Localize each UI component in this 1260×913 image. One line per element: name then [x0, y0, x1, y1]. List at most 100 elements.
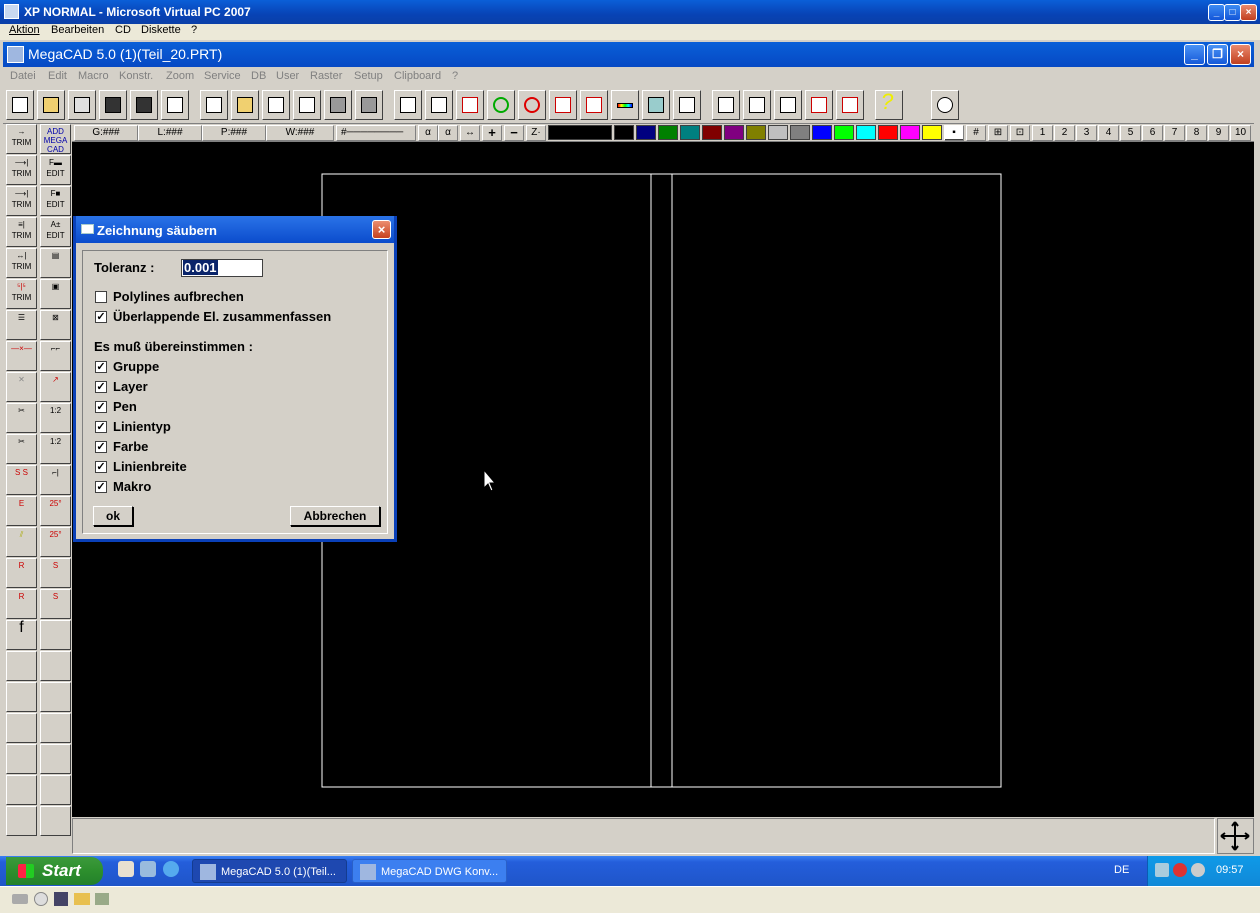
zoom-minus-button[interactable]: − [504, 125, 524, 141]
overlap-checkbox[interactable]: ✓ [95, 311, 107, 323]
language-indicator[interactable]: DE [1114, 864, 1129, 876]
polylines-checkbox[interactable] [95, 291, 107, 303]
split-button[interactable]: —×— [6, 341, 37, 371]
view-button[interactable] [774, 90, 802, 120]
edit-button-2[interactable]: F■ EDIT [40, 186, 71, 216]
vpc-menu-cd[interactable]: CD [115, 24, 131, 36]
color-swatch-12[interactable] [856, 125, 876, 140]
zoom-plus-button[interactable]: + [482, 125, 502, 141]
dim-e-button[interactable]: E [6, 496, 37, 526]
app-close-button[interactable]: × [1230, 44, 1251, 65]
color-swatch-15[interactable] [922, 125, 942, 140]
vpc-menu-help[interactable]: ? [191, 24, 197, 36]
scissors-tool-button[interactable]: ✂ [6, 403, 37, 433]
command-line[interactable] [72, 818, 1215, 854]
colors-button[interactable] [611, 90, 639, 120]
new-file-button[interactable] [6, 90, 34, 120]
number-button-2[interactable]: 2 [1054, 125, 1075, 141]
color-swatch-4[interactable] [680, 125, 700, 140]
vpc-hdd-icon[interactable] [12, 894, 28, 904]
status-group[interactable]: G:### [74, 125, 138, 141]
scale2-button[interactable]: 1:2 [40, 434, 71, 464]
zoom-out-button[interactable] [931, 90, 959, 120]
z-button[interactable]: Z· [526, 125, 546, 141]
angle-25-button[interactable]: 25° [40, 496, 71, 526]
pan-arrows-icon[interactable] [1217, 818, 1254, 854]
color-swatch-6[interactable] [724, 125, 744, 140]
pan-button[interactable]: ↔ [460, 125, 480, 141]
taskbar-item-dwg[interactable]: MegaCAD DWG Konv... [352, 859, 507, 883]
number-button-4[interactable]: 4 [1098, 125, 1119, 141]
number-button-7[interactable]: 7 [1164, 125, 1185, 141]
color-swatch-8[interactable] [768, 125, 788, 140]
color-swatch-14[interactable] [900, 125, 920, 140]
status-pen[interactable]: P:### [202, 125, 266, 141]
dialog-close-button[interactable]: × [372, 220, 391, 239]
measure-button[interactable] [549, 90, 577, 120]
vpc-cd-icon[interactable] [34, 892, 48, 906]
color-swatch-7[interactable] [746, 125, 766, 140]
cross-button[interactable]: ✕ [6, 372, 37, 402]
trim-button-4[interactable]: ≡| TRIM [6, 217, 37, 247]
cancel-button[interactable]: Abbrechen [290, 506, 380, 526]
tray-clock[interactable]: 09:57 [1216, 864, 1244, 876]
vpc-menu-aktion[interactable]: Aktion [9, 24, 40, 36]
layer-edit-button[interactable]: ▤ [40, 248, 71, 278]
radius-button[interactable]: R [6, 558, 37, 588]
menu-clipboard[interactable]: Clipboard [394, 70, 441, 82]
hatch-button[interactable] [743, 90, 771, 120]
tray-security-icon[interactable] [1173, 863, 1187, 877]
menu-raster[interactable]: Raster [310, 70, 342, 82]
menu-macro[interactable]: Macro [78, 70, 109, 82]
edit-text-button[interactable]: A± EDIT [40, 217, 71, 247]
select-button[interactable] [456, 90, 484, 120]
menu-db[interactable]: DB [251, 70, 266, 82]
stairs-button[interactable]: ⌐⌐ [40, 341, 71, 371]
save-mac-button[interactable] [324, 90, 352, 120]
angle-button[interactable]: α [418, 125, 438, 141]
pen-checkbox[interactable]: ✓ [95, 401, 107, 413]
chamfer-button[interactable]: S [40, 558, 71, 588]
dim-s-button[interactable]: S S [6, 465, 37, 495]
add-mega-cad-button[interactable]: ADD MEGA CAD [40, 124, 71, 154]
dwg-dxf-button[interactable] [836, 90, 864, 120]
vpc-floppy-icon[interactable] [54, 892, 68, 906]
new-macro-button[interactable] [200, 90, 228, 120]
app-restore-button[interactable]: ❐ [1207, 44, 1228, 65]
scale-button[interactable]: 1:2 [40, 403, 71, 433]
internet-explorer-icon[interactable] [163, 861, 179, 877]
taskbar-item-megacad[interactable]: MegaCAD 5.0 (1)(Teil... [192, 859, 347, 883]
status-width[interactable]: W:### [266, 125, 334, 141]
print-setup-button[interactable] [394, 90, 422, 120]
save-prt-button[interactable] [99, 90, 127, 120]
layer-checkbox[interactable]: ✓ [95, 381, 107, 393]
number-button-1[interactable]: 1 [1032, 125, 1053, 141]
macro-edit-button[interactable] [293, 90, 321, 120]
help-button[interactable]: ? [875, 90, 903, 120]
cut-button[interactable] [161, 90, 189, 120]
color-swatch-13[interactable] [878, 125, 898, 140]
open-file-button[interactable] [37, 90, 65, 120]
vpc-close-button[interactable]: × [1240, 4, 1257, 21]
color-swatch-3[interactable] [658, 125, 678, 140]
app-minimize-button[interactable]: _ [1184, 44, 1205, 65]
dash-cut-button[interactable]: ✂ [6, 434, 37, 464]
menu-setup[interactable]: Setup [354, 70, 383, 82]
color-swatch-9[interactable] [790, 125, 810, 140]
macro-checkbox[interactable]: ✓ [95, 481, 107, 493]
angle2-button[interactable]: α [438, 125, 458, 141]
color-swatch-1[interactable] [614, 125, 634, 140]
open-macro2-button[interactable] [262, 90, 290, 120]
trim-button-6[interactable]: ⁵|⁵ TRIM [6, 279, 37, 309]
screen-button[interactable] [673, 90, 701, 120]
number-button-3[interactable]: 3 [1076, 125, 1097, 141]
trim-button-1[interactable]: → TRIM [6, 124, 37, 154]
start-button[interactable]: Start [6, 857, 103, 885]
color-swatch-11[interactable] [834, 125, 854, 140]
vpc-network-icon[interactable] [95, 893, 109, 905]
color-checkbox[interactable]: ✓ [95, 441, 107, 453]
plot-button[interactable] [805, 90, 833, 120]
save-new-button[interactable] [130, 90, 158, 120]
status-layer[interactable]: L:### [138, 125, 202, 141]
angle-25b-button[interactable]: 25° [40, 527, 71, 557]
